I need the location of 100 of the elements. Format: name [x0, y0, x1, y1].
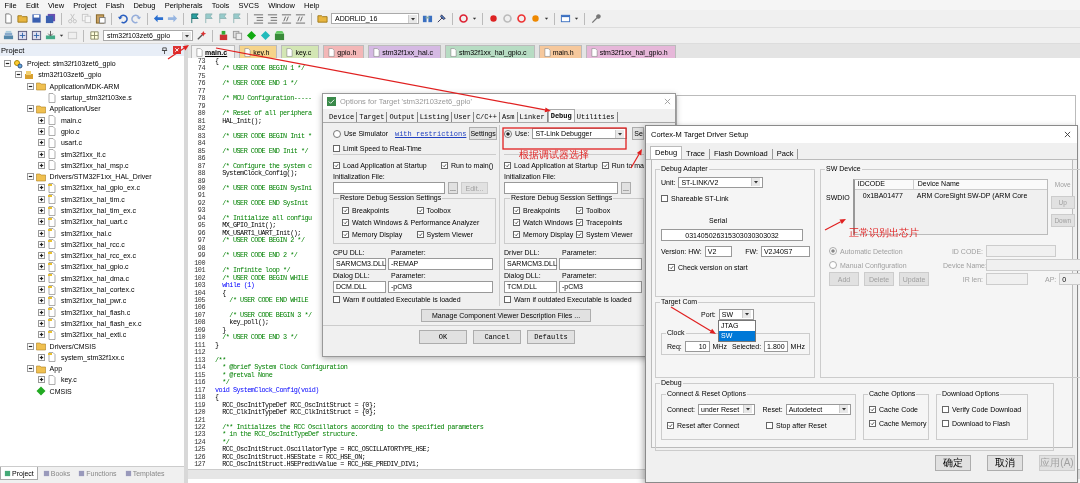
expander-icon[interactable] — [15, 71, 23, 79]
dialog-button[interactable]: 取消 — [987, 455, 1023, 471]
pin-icon[interactable] — [161, 46, 168, 54]
expander-icon[interactable] — [37, 274, 45, 282]
expander-icon[interactable] — [26, 365, 34, 373]
checkbox[interactable] — [333, 144, 340, 152]
expander-icon[interactable] — [37, 297, 45, 305]
save-icon[interactable] — [31, 13, 42, 24]
paste-icon[interactable] — [95, 13, 106, 24]
input-field[interactable] — [504, 182, 618, 194]
wrench-icon[interactable] — [590, 13, 601, 24]
caret-icon[interactable] — [182, 31, 191, 40]
close-icon[interactable] — [1064, 131, 1071, 138]
input-field[interactable] — [333, 182, 445, 194]
indent-icon[interactable] — [253, 13, 264, 24]
expander-icon[interactable] — [37, 263, 45, 271]
dialog-button[interactable]: 确定 — [935, 455, 971, 471]
expander-icon[interactable] — [37, 195, 45, 203]
comment-lines-icon[interactable] — [295, 13, 306, 24]
checkbox[interactable] — [333, 162, 340, 169]
save-all-icon[interactable] — [45, 13, 56, 24]
box-icon[interactable] — [274, 30, 285, 41]
checkbox[interactable] — [504, 162, 511, 169]
expander-icon[interactable] — [37, 331, 45, 339]
expander-icon[interactable] — [37, 286, 45, 294]
caret-icon[interactable] — [741, 310, 751, 318]
checkbox[interactable] — [576, 231, 583, 238]
checkbox[interactable] — [667, 421, 674, 429]
undo-icon[interactable] — [117, 13, 128, 24]
expander-icon[interactable] — [26, 342, 34, 350]
diamond-icon[interactable] — [246, 30, 257, 41]
checkbox[interactable] — [869, 405, 876, 413]
open-folder-icon[interactable] — [17, 13, 28, 24]
radio-button[interactable] — [504, 129, 512, 138]
radio-button[interactable] — [333, 129, 341, 138]
expander-icon[interactable] — [37, 218, 45, 226]
checkbox[interactable] — [942, 405, 949, 413]
expander-icon[interactable] — [37, 139, 45, 147]
checkbox[interactable] — [668, 263, 675, 271]
caret-icon[interactable] — [408, 14, 417, 23]
radio-button[interactable] — [829, 261, 837, 269]
grid-icon[interactable] — [89, 30, 100, 41]
comment-lines-icon[interactable] — [281, 13, 292, 24]
checkbox[interactable] — [513, 219, 520, 226]
expander-icon[interactable] — [37, 376, 45, 384]
checkbox[interactable] — [601, 162, 609, 169]
checkbox[interactable] — [869, 419, 876, 427]
breakpoint-icon[interactable] — [488, 13, 499, 24]
checkbox[interactable] — [661, 194, 668, 202]
expander-icon[interactable] — [4, 60, 11, 68]
expander-icon[interactable] — [37, 161, 45, 169]
radio-button[interactable] — [829, 247, 837, 255]
magic-wand-icon[interactable] — [196, 30, 207, 41]
rebuild-icon[interactable] — [31, 30, 42, 41]
checkbox[interactable] — [513, 207, 520, 214]
expander-icon[interactable] — [37, 116, 45, 124]
expander-icon[interactable] — [37, 353, 45, 361]
checkbox[interactable] — [504, 296, 511, 303]
expander-icon[interactable] — [37, 240, 45, 248]
find-icon[interactable] — [422, 13, 433, 24]
caret-icon[interactable] — [839, 405, 848, 413]
input-field[interactable] — [986, 273, 1028, 285]
checkbox[interactable] — [416, 207, 424, 214]
expander-icon[interactable] — [37, 319, 45, 327]
caret-icon[interactable] — [615, 129, 625, 138]
checkbox[interactable] — [342, 231, 349, 238]
folder-file-icon[interactable] — [317, 13, 328, 24]
checkbox[interactable] — [513, 231, 520, 238]
expander-icon[interactable] — [26, 105, 34, 113]
checkbox[interactable] — [441, 162, 448, 169]
new-file-icon[interactable] — [3, 13, 14, 24]
checkbox[interactable] — [416, 231, 424, 238]
caret-icon[interactable] — [751, 178, 761, 186]
checkbox[interactable] — [942, 419, 949, 427]
checkbox[interactable] — [576, 207, 583, 214]
ring-icon[interactable] — [516, 13, 527, 24]
input-field[interactable] — [986, 259, 1080, 271]
expander-icon[interactable] — [37, 150, 45, 158]
download-icon[interactable] — [45, 30, 56, 41]
stack-icon[interactable] — [3, 30, 14, 41]
outdent-icon[interactable] — [267, 13, 278, 24]
window-icon[interactable] — [560, 13, 571, 24]
caret-icon[interactable] — [743, 405, 753, 413]
checkbox[interactable] — [342, 207, 349, 214]
expander-icon[interactable] — [26, 173, 34, 181]
expander-icon[interactable] — [37, 308, 45, 316]
checkbox[interactable] — [342, 219, 349, 226]
checkbox[interactable] — [333, 296, 340, 303]
flag-icon[interactable] — [189, 13, 200, 24]
checkbox[interactable] — [576, 219, 583, 226]
checkbox[interactable] — [766, 421, 773, 429]
parameter-field[interactable] — [559, 257, 642, 270]
expander-icon[interactable] — [37, 229, 45, 237]
expander-icon[interactable] — [37, 252, 45, 260]
input-field[interactable] — [986, 245, 1056, 257]
back-arrow-icon[interactable] — [153, 13, 164, 24]
expander-icon[interactable] — [37, 127, 45, 135]
expander-icon[interactable] — [37, 184, 45, 192]
build-icon[interactable] — [17, 30, 28, 41]
component-icon[interactable] — [218, 30, 229, 41]
